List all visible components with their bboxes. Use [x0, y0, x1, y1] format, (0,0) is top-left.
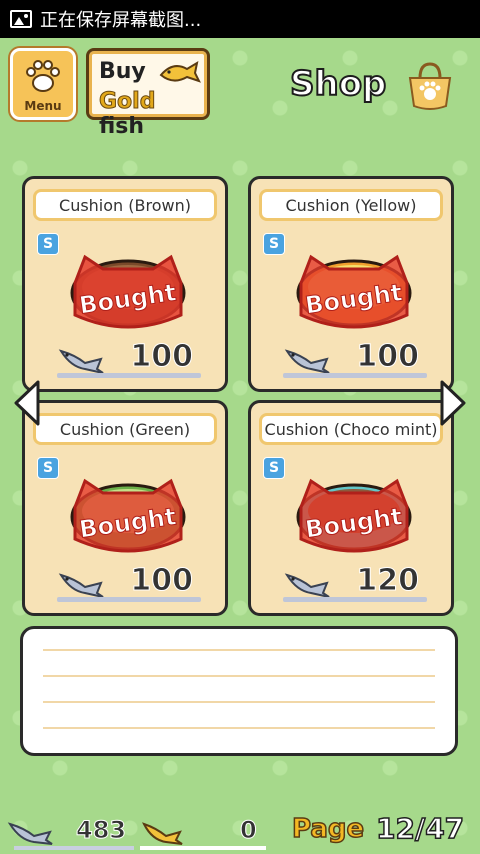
goldfish-icon [159, 60, 201, 83]
ruled-line [43, 701, 435, 703]
page-number: 12/47 [375, 811, 465, 846]
price-underline [57, 373, 201, 378]
description-panel [20, 626, 458, 756]
small-size-badge: S [37, 233, 59, 255]
silver-fish-count: 483 [75, 816, 127, 845]
image-icon [10, 10, 32, 28]
item-name: Cushion (Brown) [33, 189, 217, 221]
ruled-line [43, 675, 435, 677]
shop-item-card[interactable]: Cushion (Brown) S Bought 100 [22, 176, 228, 392]
paw-icon [26, 60, 60, 92]
price-underline [57, 597, 201, 602]
menu-button[interactable]: Menu [10, 48, 76, 120]
fish-label: fish [99, 114, 145, 139]
status-bar: 正在保存屏幕截图... [0, 0, 480, 38]
gold-underline [140, 846, 266, 850]
buy-goldfish-button[interactable]: Buy Gold fish [86, 48, 210, 139]
goldfish-label: Gold fish [98, 89, 207, 140]
currency-bar: 483 0 Page 12/47 [0, 808, 480, 854]
small-size-badge: S [263, 457, 285, 479]
item-price: 100 [130, 339, 194, 375]
shop-bag-icon [408, 62, 452, 110]
page-label: Page [291, 813, 365, 845]
silver-fish-icon [58, 349, 104, 374]
price-underline [283, 373, 427, 378]
cushion-image: Bought [296, 478, 412, 553]
menu-label: Menu [24, 99, 62, 113]
item-price: 100 [356, 339, 420, 375]
ruled-line [43, 727, 435, 729]
cushion-image: Bought [70, 478, 186, 553]
game-screen: Menu Buy Gold fish Shop Cushion (Brown) … [0, 38, 480, 854]
gold-label: Gold [98, 89, 156, 115]
shop-item-card[interactable]: Cushion (Green) S Bought 100 [22, 400, 228, 616]
small-size-badge: S [37, 457, 59, 479]
buy-label: Buy [99, 59, 146, 84]
previous-page-arrow-icon[interactable] [12, 378, 42, 428]
silver-fish-icon [284, 349, 330, 374]
silver-fish-icon [7, 822, 53, 845]
shop-item-card[interactable]: Cushion (Choco mint) S Bought 120 [248, 400, 454, 616]
item-name: Cushion (Choco mint) [259, 413, 443, 445]
gold-fish-count: 0 [240, 816, 258, 845]
item-price: 100 [130, 563, 194, 599]
item-name: Cushion (Yellow) [259, 189, 443, 221]
small-size-badge: S [263, 233, 285, 255]
silver-underline [14, 846, 134, 850]
page-title: Shop [289, 63, 387, 105]
item-price: 120 [356, 563, 420, 599]
price-underline [283, 597, 427, 602]
gold-fish-icon [142, 822, 183, 845]
item-name: Cushion (Green) [33, 413, 217, 445]
silver-fish-icon [58, 573, 104, 598]
status-text: 正在保存屏幕截图... [40, 10, 202, 31]
cushion-image: Bought [70, 254, 186, 329]
next-page-arrow-icon[interactable] [438, 378, 468, 428]
shop-item-card[interactable]: Cushion (Yellow) S Bought 100 [248, 176, 454, 392]
ruled-line [43, 649, 435, 651]
cushion-image: Bought [296, 254, 412, 329]
silver-fish-icon [284, 573, 330, 598]
